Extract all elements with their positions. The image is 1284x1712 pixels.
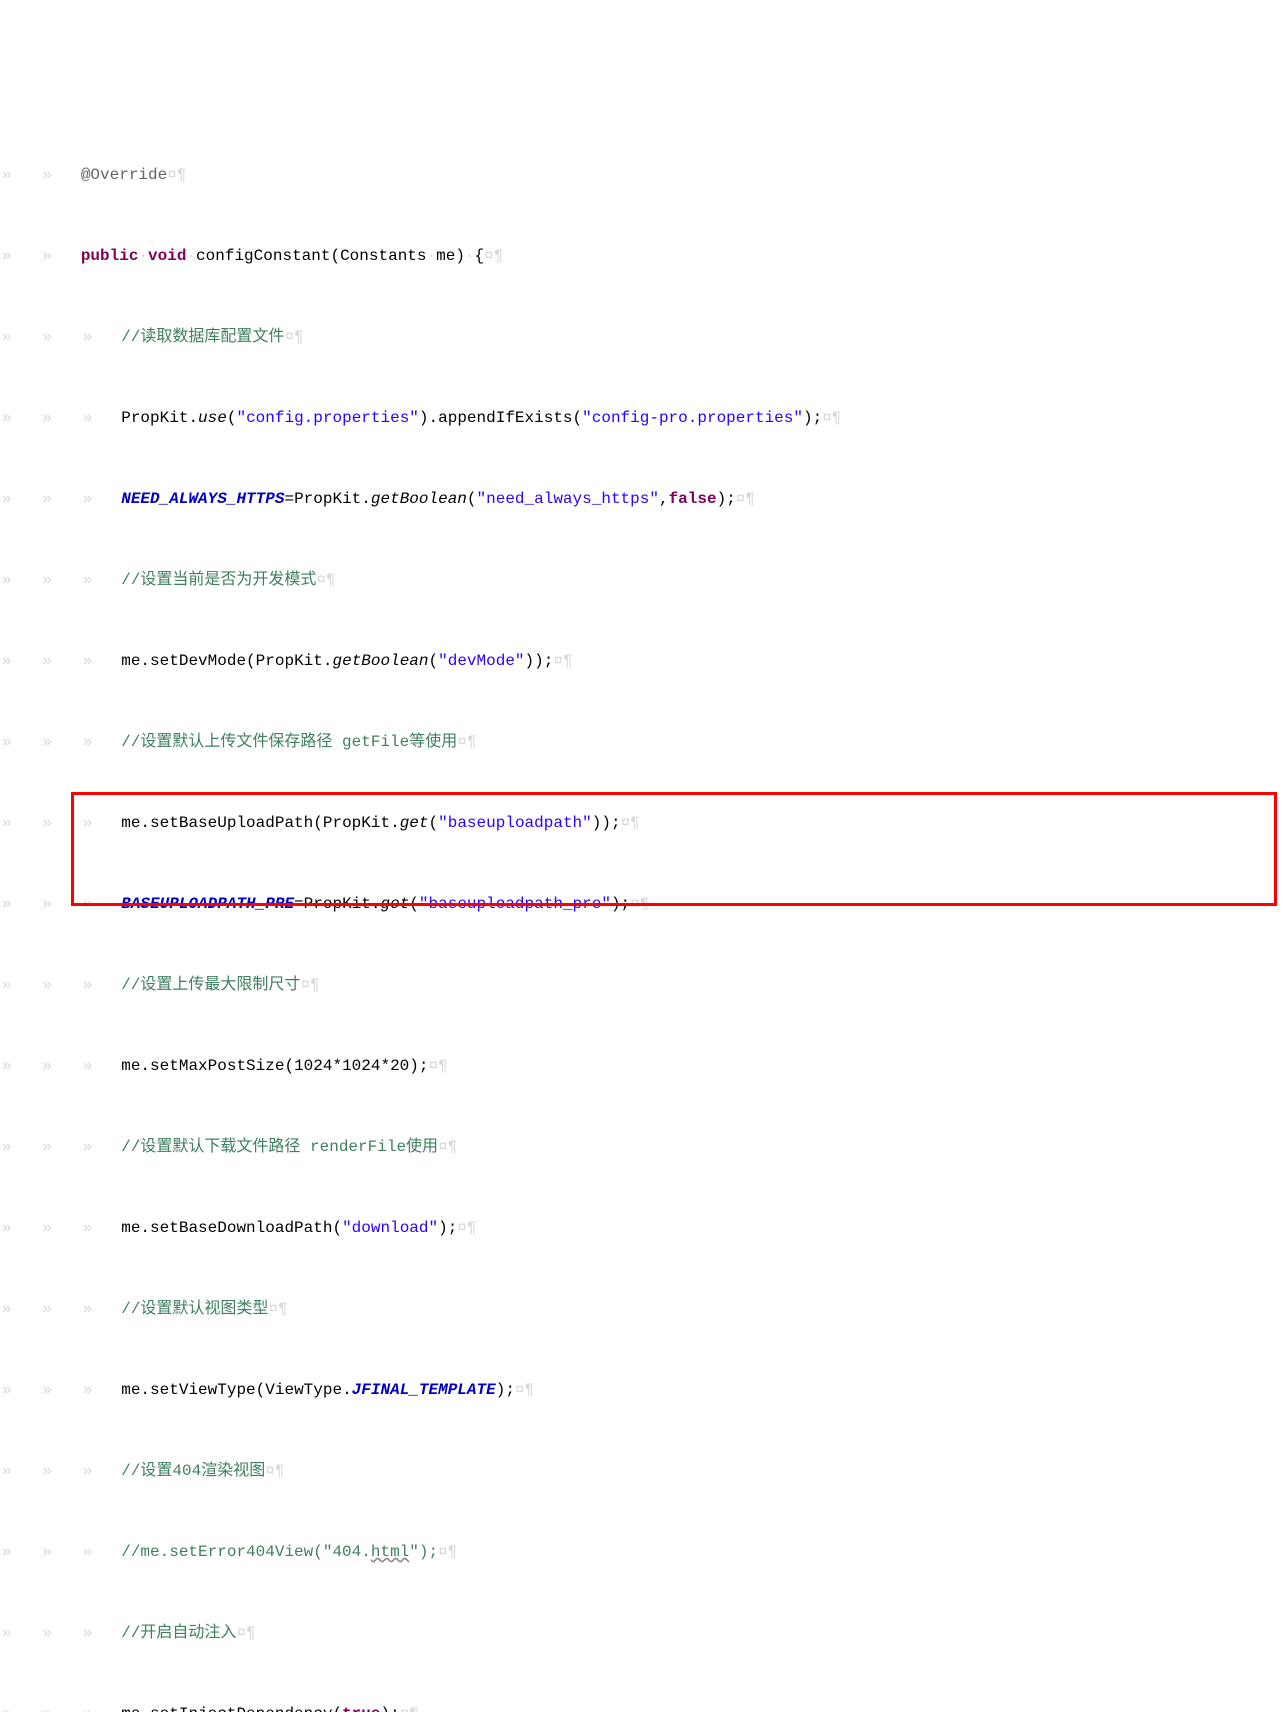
comment: //开启自动注入 — [121, 1620, 236, 1647]
code-line[interactable]: » » » me.setMaxPostSize(1024*1024*20);¤¶ — [0, 1053, 1284, 1080]
comment: //me.setError404View("404. — [121, 1539, 371, 1566]
comment: //设置上传最大限制尺寸 — [121, 972, 300, 999]
code-line[interactable]: » » » NEED_ALWAYS_HTTPS=PropKit.getBoole… — [0, 486, 1284, 513]
code-line[interactable]: » » » //设置上传最大限制尺寸¤¶ — [0, 972, 1284, 999]
code-line[interactable]: » » @Override¤¶ — [0, 162, 1284, 189]
code-line[interactable]: » » » me.setInjectDependency(true);¤¶ — [0, 1701, 1284, 1712]
code-editor-area[interactable]: » » @Override¤¶ » » public·void·configCo… — [0, 108, 1284, 964]
code-line[interactable]: » » » me.setDevMode(PropKit.getBoolean("… — [0, 648, 1284, 675]
code-line[interactable]: » » » //me.setError404View("404.html");¤… — [0, 1539, 1284, 1566]
indent: » » — [0, 243, 81, 270]
annotation: @Override — [81, 162, 167, 189]
code-line[interactable]: » » » me.setViewType(ViewType.JFINAL_TEM… — [0, 1377, 1284, 1404]
line-end: ¤¶ — [167, 162, 186, 189]
code-line[interactable]: » » » PropKit.use("config.properties").a… — [0, 405, 1284, 432]
keyword: void — [148, 243, 186, 270]
comment: //设置404渲染视图 — [121, 1458, 265, 1485]
code-line[interactable]: » » » BASEUPLOADPATH_PRE=PropKit.get("ba… — [0, 891, 1284, 918]
keyword: public — [81, 243, 139, 270]
param: me — [436, 243, 455, 270]
comment: //设置默认视图类型 — [121, 1296, 268, 1323]
comment: //设置当前是否为开发模式 — [121, 567, 316, 594]
indent: » » — [0, 162, 81, 189]
constant: NEED_ALWAYS_HTTPS — [121, 486, 284, 513]
comment: //读取数据库配置文件 — [121, 324, 284, 351]
code-line[interactable]: » » » //设置默认上传文件保存路径 getFile等使用¤¶ — [0, 729, 1284, 756]
indent: » » » — [0, 324, 121, 351]
code-line[interactable]: » » » me.setBaseDownloadPath("download")… — [0, 1215, 1284, 1242]
code-line[interactable]: » » » //设置默认下载文件路径 renderFile使用¤¶ — [0, 1134, 1284, 1161]
code-line[interactable]: » » » //设置404渲染视图¤¶ — [0, 1458, 1284, 1485]
comment: //设置默认上传文件保存路径 getFile等使用 — [121, 729, 457, 756]
code-line[interactable]: » » » me.setBaseUploadPath(PropKit.get("… — [0, 810, 1284, 837]
code-line[interactable]: » » » //设置当前是否为开发模式¤¶ — [0, 567, 1284, 594]
method-decl: configConstant — [196, 243, 330, 270]
code-line[interactable]: » » » //读取数据库配置文件¤¶ — [0, 324, 1284, 351]
code-line[interactable]: » » public·void·configConstant(Constants… — [0, 243, 1284, 270]
constant: BASEUPLOADPATH_PRE — [121, 891, 294, 918]
comment: //设置默认下载文件路径 renderFile使用 — [121, 1134, 438, 1161]
code-line[interactable]: » » » //开启自动注入¤¶ — [0, 1620, 1284, 1647]
code-line[interactable]: » » » //设置默认视图类型¤¶ — [0, 1296, 1284, 1323]
type: Constants — [340, 243, 426, 270]
